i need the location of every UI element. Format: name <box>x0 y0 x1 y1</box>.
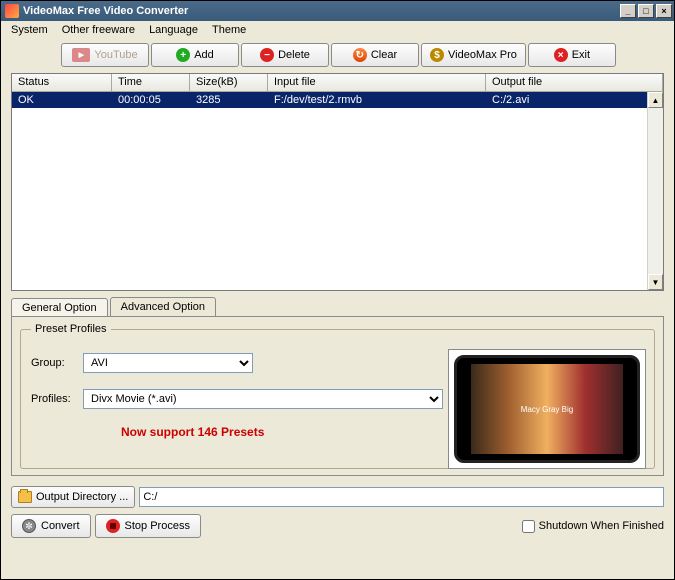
shutdown-checkbox[interactable] <box>522 520 535 533</box>
menu-language[interactable]: Language <box>145 23 202 37</box>
cell-output: C:/2.avi <box>486 93 663 107</box>
dollar-icon: $ <box>430 48 444 62</box>
cell-time: 00:00:05 <box>112 93 190 107</box>
fieldset-legend: Preset Profiles <box>31 323 111 335</box>
list-body[interactable]: OK 00:00:05 3285 F:/dev/test/2.rmvb C:/2… <box>12 92 663 290</box>
menu-system[interactable]: System <box>7 23 52 37</box>
minimize-button[interactable]: _ <box>620 4 636 18</box>
youtube-icon: ▶ <box>72 48 90 62</box>
preset-profiles-fieldset: Preset Profiles Group: AVI Profiles: Div… <box>20 323 655 469</box>
minus-icon: − <box>260 48 274 62</box>
exit-icon: × <box>554 48 568 62</box>
menu-other-freeware[interactable]: Other freeware <box>58 23 139 37</box>
add-button[interactable]: + Add <box>151 43 239 67</box>
tab-general[interactable]: General Option <box>11 298 108 317</box>
stop-process-button[interactable]: Stop Process <box>95 514 201 538</box>
tab-strip: General Option Advanced Option <box>11 297 664 316</box>
shutdown-checkbox-label[interactable]: Shutdown When Finished <box>522 520 664 533</box>
stop-icon <box>106 519 120 533</box>
list-header: Status Time Size(kB) Input file Output f… <box>12 74 663 92</box>
scroll-down-icon[interactable]: ▼ <box>648 274 663 290</box>
cell-status: OK <box>12 93 112 107</box>
scroll-up-icon[interactable]: ▲ <box>648 92 663 108</box>
youtube-button[interactable]: ▶ YouTube <box>61 43 149 67</box>
file-list[interactable]: Status Time Size(kB) Input file Output f… <box>11 73 664 291</box>
window-title: VideoMax Free Video Converter <box>23 5 188 17</box>
videomax-pro-button[interactable]: $ VideoMax Pro <box>421 43 526 67</box>
title-bar: VideoMax Free Video Converter _ □ × <box>1 1 674 21</box>
cell-size: 3285 <box>190 93 268 107</box>
preview-box: Macy Gray Big <box>448 349 646 469</box>
clear-icon: ↻ <box>353 48 367 62</box>
scrollbar[interactable]: ▲ ▼ <box>647 92 663 290</box>
menu-bar: System Other freeware Language Theme <box>1 21 674 39</box>
tab-advanced[interactable]: Advanced Option <box>110 297 216 316</box>
close-button[interactable]: × <box>656 4 672 18</box>
col-status[interactable]: Status <box>12 74 112 91</box>
app-icon <box>5 4 19 18</box>
folder-icon <box>18 491 32 503</box>
tab-panel-general: Preset Profiles Group: AVI Profiles: Div… <box>11 316 664 476</box>
preview-screen: Macy Gray Big <box>471 364 623 454</box>
col-size[interactable]: Size(kB) <box>190 74 268 91</box>
delete-button[interactable]: − Delete <box>241 43 329 67</box>
cell-input: F:/dev/test/2.rmvb <box>268 93 486 107</box>
profiles-select[interactable]: Divx Movie (*.avi) <box>83 389 443 409</box>
col-time[interactable]: Time <box>112 74 190 91</box>
group-select[interactable]: AVI <box>83 353 253 373</box>
profiles-label: Profiles: <box>31 393 79 405</box>
convert-button[interactable]: ✼ Convert <box>11 514 91 538</box>
exit-button[interactable]: × Exit <box>528 43 616 67</box>
output-directory-button[interactable]: Output Directory ... <box>11 486 135 508</box>
table-row[interactable]: OK 00:00:05 3285 F:/dev/test/2.rmvb C:/2… <box>12 92 663 108</box>
maximize-button[interactable]: □ <box>638 4 654 18</box>
col-output[interactable]: Output file <box>486 74 663 91</box>
menu-theme[interactable]: Theme <box>208 23 250 37</box>
device-preview: Macy Gray Big <box>454 355 640 463</box>
clear-button[interactable]: ↻ Clear <box>331 43 419 67</box>
plus-icon: + <box>176 48 190 62</box>
col-input[interactable]: Input file <box>268 74 486 91</box>
toolbar: ▶ YouTube + Add − Delete ↻ Clear $ Video… <box>1 39 674 71</box>
output-directory-input[interactable] <box>139 487 664 507</box>
group-label: Group: <box>31 357 79 369</box>
gear-icon: ✼ <box>22 519 36 533</box>
